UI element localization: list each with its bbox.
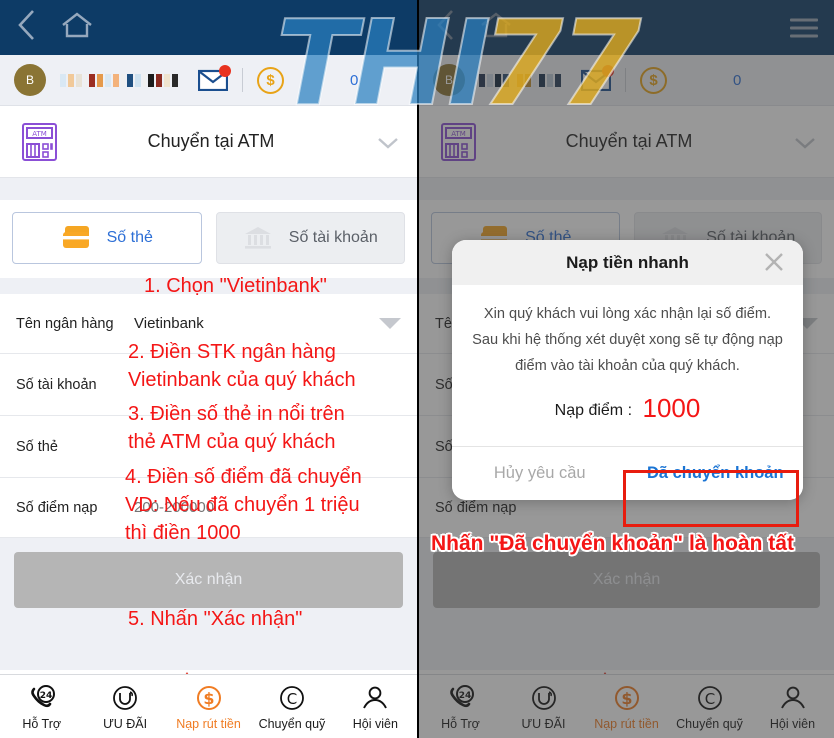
bottom-nav-deposit[interactable]: $ Nạp rút tiền	[167, 683, 250, 731]
input-account-number[interactable]	[134, 376, 401, 393]
label-account-number: Số tài khoản	[16, 376, 97, 393]
modal-header: Nạp tiền nhanh	[452, 240, 803, 285]
screenshot-stage: B $ 0 ATM Chuyển tại ATM Số thẻ Số tài k…	[0, 0, 834, 738]
svg-text:$: $	[203, 689, 214, 708]
bank-building-icon	[243, 224, 277, 252]
label-bank-name: Tên ngân hàng	[16, 315, 114, 332]
bottom-nav-transfer-label: Chuyển quỹ	[258, 716, 326, 731]
bottom-nav-member-label: Hội viên	[352, 716, 398, 731]
modal-cancel-label: Hủy yêu cầu	[493, 464, 586, 482]
modal-body: Xin quý khách vui lòng xác nhận lại số đ…	[452, 285, 803, 446]
row-account-number[interactable]: Số tài khoản	[0, 354, 417, 416]
account-status-bar: B $ 0	[0, 55, 417, 106]
bottom-nav-transfer[interactable]: C Chuyển quỹ	[250, 683, 333, 731]
modal-confirm-transfer-label: Đã chuyển khoản	[646, 464, 784, 482]
modal-amount-label: Nạp điểm :	[554, 402, 633, 419]
unread-badge	[219, 65, 231, 77]
dropdown-caret-icon[interactable]	[379, 318, 401, 329]
divider	[242, 68, 243, 92]
credit-card-icon	[61, 224, 95, 252]
svg-text:24: 24	[39, 691, 52, 701]
row-bank-name[interactable]: Tên ngân hàng Vietinbank	[0, 294, 417, 354]
balance-amount: 0	[350, 71, 359, 89]
modal-amount-value: 1000	[642, 393, 701, 423]
confirm-button-label: Xác nhận	[174, 571, 243, 588]
bottom-nav-support-label: Hỗ Trợ	[22, 716, 62, 731]
phone-24h-icon: 24	[27, 683, 57, 713]
row-card-number[interactable]: Số thẻ	[0, 416, 417, 478]
bottom-navigation: 24 Hỗ Trợ ƯU ĐÃI	[0, 674, 417, 738]
left-panel: B $ 0 ATM Chuyển tại ATM Số thẻ Số tài k…	[0, 0, 417, 738]
home-icon[interactable]	[60, 10, 94, 45]
confirm-area: Xác nhận	[0, 538, 417, 618]
top-navigation-bar	[0, 0, 417, 55]
spacer	[0, 278, 417, 294]
confirm-button[interactable]: Xác nhận	[14, 552, 403, 608]
dollar-circle-icon: $	[194, 683, 224, 713]
transfer-form: Tên ngân hàng Vietinbank Số tài khoản Số…	[0, 294, 417, 538]
chevron-left-icon[interactable]	[16, 8, 38, 47]
dollar-coin-icon[interactable]: $	[257, 66, 284, 94]
input-deposit-points[interactable]	[134, 499, 401, 516]
label-card-number: Số thẻ	[16, 438, 58, 455]
envelope-icon[interactable]	[197, 65, 231, 92]
method-tabs: Số thẻ Số tài khoản	[0, 200, 417, 278]
avatar-letter: B	[25, 73, 34, 87]
tab-account-number[interactable]: Số tài khoản	[215, 212, 405, 264]
modal-text-line-2: Sau khi hệ thống xét duyệt xong sẽ tự độ…	[472, 332, 783, 348]
input-card-number[interactable]	[134, 438, 401, 455]
chevron-down-icon[interactable]	[377, 136, 399, 149]
bottom-nav-promo[interactable]: ƯU ĐÃI	[83, 683, 166, 731]
quick-deposit-modal: Nạp tiền nhanh Xin quý khách vui lòng xá…	[452, 240, 803, 500]
row-deposit-points[interactable]: Số điểm nạp	[0, 478, 417, 538]
user-person-icon	[360, 683, 390, 713]
bottom-nav-support[interactable]: 24 Hỗ Trợ	[0, 683, 83, 731]
close-x-icon[interactable]	[763, 251, 785, 273]
modal-cancel-button[interactable]: Hủy yêu cầu	[452, 447, 628, 500]
modal-amount-row: Nạp điểm : 1000	[472, 379, 783, 442]
tab-card-number-label: Số thẻ	[106, 229, 153, 246]
label-deposit-points: Số điểm nạp	[16, 499, 98, 516]
atm-section-header[interactable]: ATM Chuyển tại ATM	[0, 106, 417, 178]
spacer	[0, 618, 417, 670]
bottom-nav-deposit-label: Nạp rút tiền	[176, 716, 241, 731]
modal-footer: Hủy yêu cầu Đã chuyển khoản	[452, 446, 803, 500]
atm-section-title: Chuyển tại ATM	[147, 131, 275, 151]
bottom-nav-promo-label: ƯU ĐÃI	[103, 716, 148, 731]
avatar[interactable]: B	[14, 64, 46, 96]
promo-u-icon	[110, 683, 140, 713]
svg-text:C: C	[287, 690, 297, 708]
transfer-c-icon: C	[277, 683, 307, 713]
tab-account-number-label: Số tài khoản	[288, 229, 378, 246]
modal-text-line-3: điểm vào tài khoản của quý khách.	[515, 358, 740, 374]
right-panel: B $ 0	[417, 0, 834, 738]
modal-text-line-1: Xin quý khách vui lòng xác nhận lại số đ…	[483, 306, 772, 322]
username-redacted	[60, 73, 178, 87]
tab-card-number[interactable]: Số thẻ	[12, 212, 202, 264]
modal-confirm-transfer-button[interactable]: Đã chuyển khoản	[627, 447, 803, 500]
bottom-nav-member[interactable]: Hội viên	[334, 683, 417, 731]
value-bank-name: Vietinbank	[134, 315, 204, 332]
spacer	[0, 178, 417, 200]
modal-title: Nạp tiền nhanh	[566, 252, 689, 272]
